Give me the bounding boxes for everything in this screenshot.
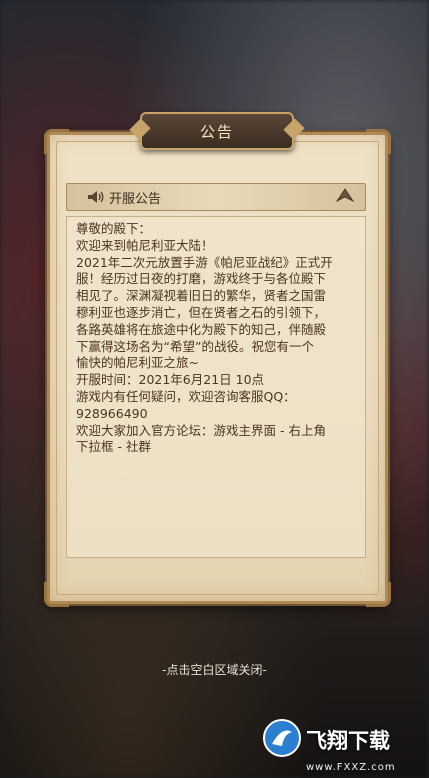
title-plate: 公告 xyxy=(140,112,294,150)
frame-corner xyxy=(44,129,69,154)
body-line: 尊敬的殿下： xyxy=(76,221,152,236)
body-line: 928966490 xyxy=(76,405,148,421)
body-line: 各路英雄将在旅途中化为殿下的知己，伴随殿 xyxy=(76,321,327,337)
dialog-title: 公告 xyxy=(199,122,234,141)
frame-corner xyxy=(366,582,391,607)
body-line: 下拉框 - 社群 xyxy=(76,439,151,455)
body-line: 开服时间：2021年6月21日 10点 xyxy=(76,372,265,388)
body-line: 欢迎来到帕尼利亚大陆！ xyxy=(76,237,214,253)
body-line: 游戏内有任何疑问，欢迎咨询客服QQ： xyxy=(76,388,296,404)
watermark-url: www.FXXZ.com xyxy=(306,762,396,773)
frame-corner xyxy=(44,582,69,607)
watermark-logo-icon xyxy=(262,718,302,762)
watermark-text: 飞翔下载 xyxy=(306,729,390,753)
speaker-icon xyxy=(87,190,105,204)
body-line: 2021年二次元放置手游《帕尼亚战纪》正式开 xyxy=(76,254,333,270)
body-line: 下赢得这场名为“希望”的战役。祝您有一个 xyxy=(76,338,314,354)
close-hint[interactable]: -点击空白区域关闭- xyxy=(0,661,429,678)
section-title: 开服公告 xyxy=(109,191,162,207)
section-header: 开服公告 xyxy=(66,183,366,211)
body-line: 欢迎大家加入官方论坛：游戏主界面 - 右上角 xyxy=(76,422,326,438)
body-line: 愉快的帕尼利亚之旅~ xyxy=(76,355,199,371)
body-line: 服！经历过日夜的打磨，游戏终于与各位殿下 xyxy=(76,271,327,287)
collapse-arrow-icon[interactable] xyxy=(335,186,355,206)
watermark: 飞翔下载 www.FXXZ.com xyxy=(262,718,395,773)
body-line: 相见了。深渊凝视着旧日的繁华，贤者之国雷 xyxy=(76,288,327,304)
body-line: 穆利亚也逐步消亡，但在贤者之石的引领下， xyxy=(76,304,327,320)
announcement-body[interactable]: 尊敬的殿下： 欢迎来到帕尼利亚大陆！ 2021年二次元放置手游《帕尼亚战纪》正式… xyxy=(66,216,366,558)
frame-corner xyxy=(366,129,391,154)
